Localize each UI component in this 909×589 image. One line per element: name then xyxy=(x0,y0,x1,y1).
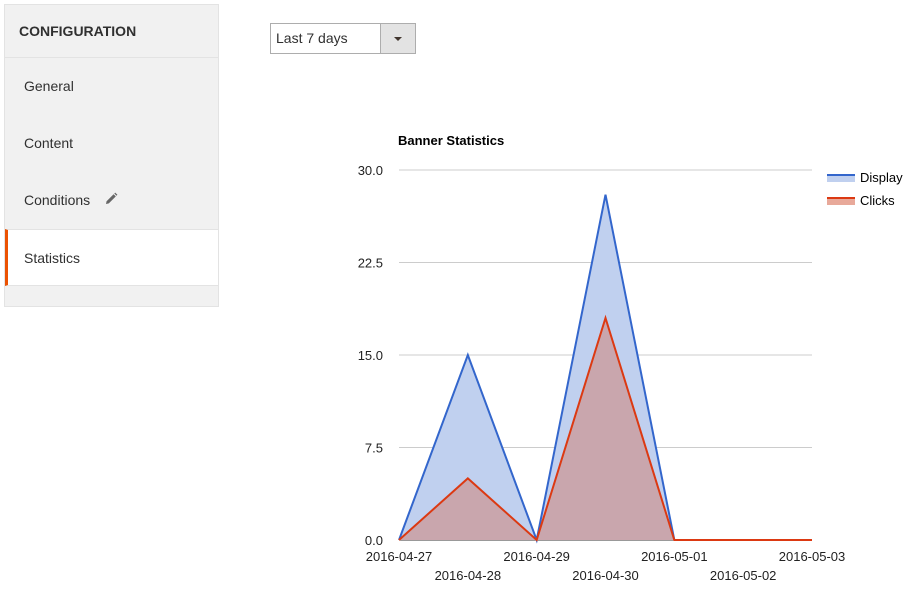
x-tick-label: 2016-04-28 xyxy=(435,568,502,583)
legend-item-clicks: Clicks xyxy=(827,193,895,208)
y-tick-label: 0.0 xyxy=(365,533,383,548)
x-tick-label: 2016-05-01 xyxy=(641,549,708,564)
y-tick-label: 22.5 xyxy=(358,256,383,271)
legend-item-display: Display xyxy=(827,170,903,185)
x-tick-label: 2016-05-03 xyxy=(779,549,846,564)
chart-title: Banner Statistics xyxy=(398,133,504,148)
y-tick-label: 15.0 xyxy=(358,348,383,363)
x-tick-label: 2016-04-27 xyxy=(366,549,433,564)
banner-statistics-chart: Banner Statistics 2016-04-272016-04-2820… xyxy=(358,133,903,583)
x-tick-label: 2016-05-02 xyxy=(710,568,777,583)
x-tick-label: 2016-04-29 xyxy=(503,549,570,564)
legend-label: Display xyxy=(860,170,903,185)
x-tick-label: 2016-04-30 xyxy=(572,568,639,583)
legend-label: Clicks xyxy=(860,193,895,208)
y-tick-label: 7.5 xyxy=(365,441,383,456)
y-tick-label: 30.0 xyxy=(358,163,383,178)
